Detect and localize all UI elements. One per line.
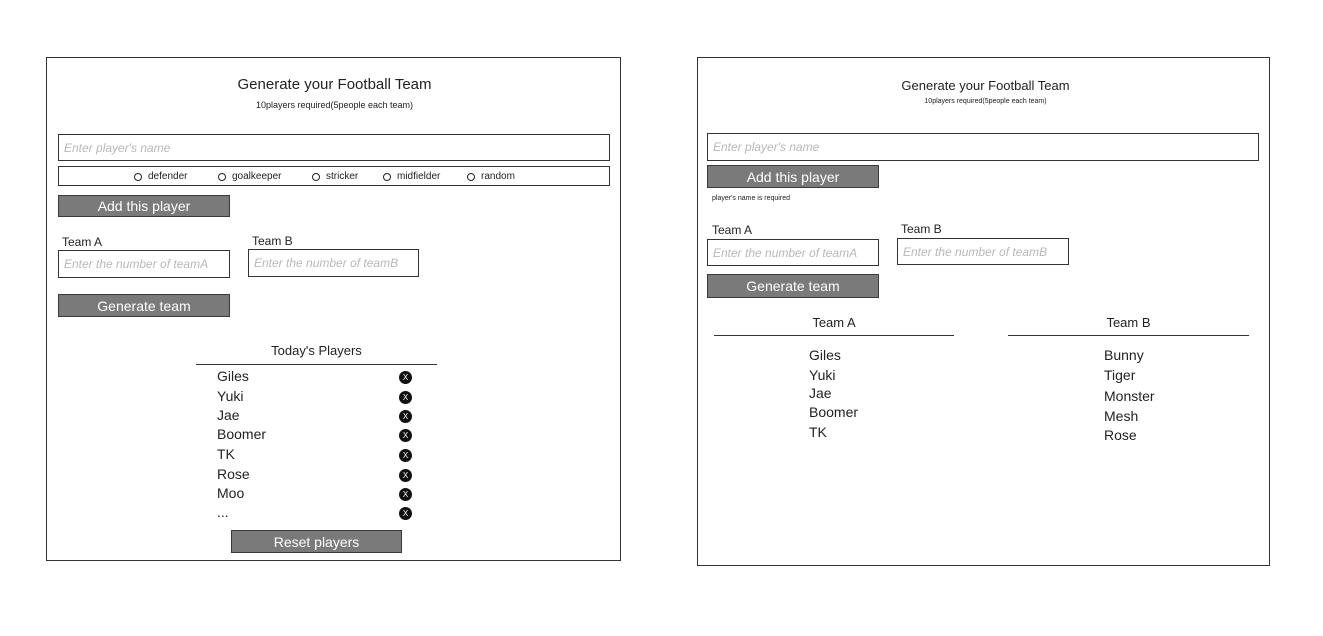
player-list-item: Rose [217,466,250,482]
player-list-item: TK [217,446,235,462]
player-name-input[interactable]: Enter player's name [58,134,610,161]
player-list-item: Moo [217,485,245,501]
team-b-label: Team B [901,222,942,236]
name-required-error: player's name is required [712,195,790,202]
result-team-a-heading: Team A [812,315,856,330]
radio-circle-icon [218,172,226,181]
player-list-item: ... [217,504,229,520]
radio-label: defender [148,171,188,182]
team-a-divider [714,335,954,336]
radio-stricker[interactable]: stricker [312,171,358,182]
team-b-count-input[interactable]: Enter the number of teamB [248,249,419,277]
add-player-button[interactable]: Add this player [58,195,230,217]
radio-label: midfielder [397,171,441,182]
team-player-item: Bunny [1104,347,1144,363]
page-title: Generate your Football Team [901,78,1070,93]
position-radio-group: defender goalkeeper stricker midfielder … [58,166,610,186]
radio-goalkeeper[interactable]: goalkeeper [218,171,281,182]
remove-player-icon[interactable]: X [399,429,412,442]
left-panel: Generate your Football Team 10players re… [46,57,621,561]
team-player-item: TK [809,424,827,440]
remove-player-icon[interactable]: X [399,449,412,462]
remove-player-icon[interactable]: X [399,391,412,404]
team-b-divider [1008,335,1249,336]
team-player-item: Tiger [1104,367,1136,383]
generate-team-button[interactable]: Generate team [58,294,230,317]
player-list-item: Yuki [217,388,244,404]
player-list-item: Jae [217,407,240,423]
player-list-item: Boomer [217,426,267,442]
todays-players-heading: Today's Players [271,343,362,358]
team-player-item: Boomer [809,404,859,420]
team-player-item: Jae [809,385,832,401]
radio-label: goalkeeper [232,171,282,182]
radio-circle-icon [312,172,320,181]
team-b-count-input[interactable]: Enter the number of teamB [897,238,1069,265]
team-b-label: Team B [252,234,293,248]
team-a-count-input[interactable]: Enter the number of teamA [58,250,230,278]
team-player-item: Giles [809,347,841,363]
reset-players-button[interactable]: Reset players [231,530,402,553]
players-divider [196,364,437,365]
radio-label: stricker [326,171,359,182]
radio-label: random [481,171,515,182]
remove-player-icon[interactable]: X [399,488,412,501]
radio-random[interactable]: random [467,171,515,182]
page-title: Generate your Football Team [237,76,432,93]
team-player-item: Yuki [809,367,836,383]
result-team-b-heading: Team B [1106,315,1151,330]
page-subtitle: 10players required(5people each team) [255,100,414,110]
add-player-button[interactable]: Add this player [707,165,879,188]
radio-midfielder[interactable]: midfielder [383,171,440,182]
team-player-item: Rose [1104,427,1137,443]
right-panel: Generate your Football Team 10players re… [697,57,1270,566]
team-a-label: Team A [62,235,103,249]
radio-circle-icon [467,172,475,181]
radio-circle-icon [134,172,142,181]
page-subtitle: 10players required(5people each team) [924,98,1047,105]
team-a-label: Team A [712,223,753,237]
player-list-item: Giles [217,368,249,384]
player-name-input[interactable]: Enter player's name [707,133,1259,161]
remove-player-icon[interactable]: X [399,371,412,384]
team-a-count-input[interactable]: Enter the number of teamA [707,239,879,266]
remove-player-icon[interactable]: X [399,410,412,423]
generate-team-button[interactable]: Generate team [707,274,879,298]
team-player-item: Monster [1104,388,1155,404]
remove-player-icon[interactable]: X [399,469,412,482]
radio-defender[interactable]: defender [134,171,187,182]
remove-player-icon[interactable]: X [399,507,412,520]
radio-circle-icon [383,172,391,181]
team-player-item: Mesh [1104,408,1139,424]
